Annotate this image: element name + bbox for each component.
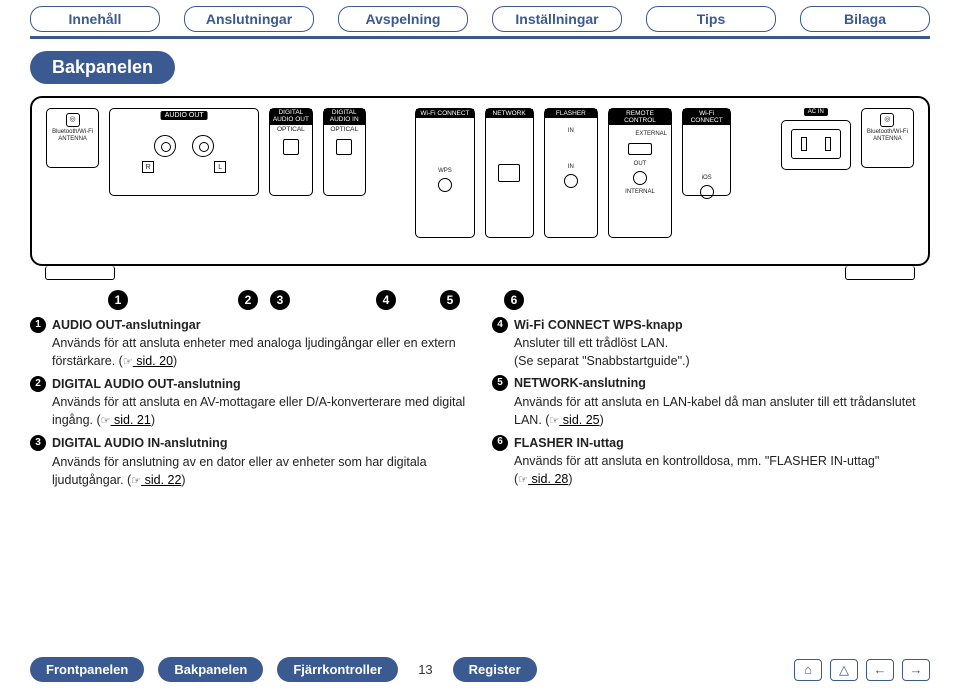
ref-sid-20[interactable]: sid. 20 — [133, 354, 173, 368]
item-1: 1 AUDIO OUT-anslutningar Används för att… — [30, 316, 468, 371]
item-4: 4 Wi-Fi CONNECT WPS-knapp Ansluter till … — [492, 316, 930, 370]
footer-fjarrkontroller[interactable]: Fjärrkontroller — [277, 657, 398, 682]
tab-avspelning[interactable]: Avspelning — [338, 6, 468, 32]
digital-audio-in: DIGITAL AUDIO IN OPTICAL — [323, 108, 366, 196]
page-number: 13 — [418, 662, 432, 677]
hand-icon: ☞ — [123, 356, 133, 368]
callout-1-marker: 1 — [108, 290, 128, 310]
right-column: 4 Wi-Fi CONNECT WPS-knapp Ansluter till … — [492, 316, 930, 494]
footer-register[interactable]: Register — [453, 657, 537, 682]
ref-sid-28[interactable]: sid. 28 — [528, 472, 568, 486]
item-5: 5 NETWORK-anslutning Används för att ans… — [492, 374, 930, 429]
item-4-body1: Ansluter till ett trådlöst LAN. — [514, 336, 668, 350]
bullet-2-icon: 2 — [30, 376, 46, 392]
remote-control-block: REMOTE CONTROL EXTERNAL OUT INTERNAL — [608, 108, 672, 238]
callout-4-marker: 4 — [376, 290, 396, 310]
ac-in-label: AC IN — [804, 108, 828, 116]
footer-bakpanelen[interactable]: Bakpanelen — [158, 657, 263, 682]
item-3: 3 DIGITAL AUDIO IN-anslutning Används fö… — [30, 434, 468, 489]
tab-anslutningar[interactable]: Anslutningar — [184, 6, 314, 32]
item-2: 2 DIGITAL AUDIO OUT-anslutning Används f… — [30, 375, 468, 430]
audio-out-block: AUDIO OUT R L — [109, 108, 259, 196]
wifi-connect-wps: Wi-Fi CONNECT WPS — [415, 108, 474, 238]
item-5-title: NETWORK-anslutning — [514, 376, 646, 390]
item-1-title: AUDIO OUT-anslutningar — [52, 318, 201, 332]
left-column: 1 AUDIO OUT-anslutningar Används för att… — [30, 316, 468, 494]
page-title: Bakpanelen — [30, 51, 175, 84]
antenna-right: ◎ Bluetooth/Wi-Fi ANTENNA — [861, 108, 914, 168]
ref-sid-22[interactable]: sid. 22 — [141, 473, 181, 487]
callout-markers: 1 2 3 4 5 6 — [30, 290, 930, 310]
tab-tips[interactable]: Tips — [646, 6, 776, 32]
item-4-title: Wi-Fi CONNECT WPS-knapp — [514, 318, 683, 332]
hand-icon: ☞ — [549, 415, 559, 427]
network-block: NETWORK — [485, 108, 534, 238]
hand-icon: ☞ — [518, 474, 528, 486]
rear-panel-diagram: ◎ Bluetooth/Wi-Fi ANTENNA AUDIO OUT R L … — [30, 96, 930, 266]
item-6: 6 FLASHER IN-uttag Används för att anslu… — [492, 434, 930, 489]
callout-6-marker: 6 — [504, 290, 524, 310]
ac-in-socket — [781, 120, 851, 170]
ref-sid-25[interactable]: sid. 25 — [559, 413, 599, 427]
home-icon[interactable]: ⌂ — [794, 659, 822, 681]
item-4-body2: (Se separat "Snabbstartguide".) — [514, 354, 690, 368]
item-3-title: DIGITAL AUDIO IN-anslutning — [52, 436, 227, 450]
callout-2-marker: 2 — [238, 290, 258, 310]
panel-feet — [45, 266, 915, 280]
description-columns: 1 AUDIO OUT-anslutningar Används för att… — [30, 316, 930, 494]
tab-bilaga[interactable]: Bilaga — [800, 6, 930, 32]
antenna-left: ◎ Bluetooth/Wi-Fi ANTENNA — [46, 108, 99, 168]
prev-page-icon[interactable]: ← — [866, 659, 894, 681]
tab-installningar[interactable]: Inställningar — [492, 6, 622, 32]
bullet-1-icon: 1 — [30, 317, 46, 333]
header-divider — [30, 36, 930, 39]
bullet-4-icon: 4 — [492, 317, 508, 333]
top-tab-bar: Innehåll Anslutningar Avspelning Inställ… — [0, 0, 960, 32]
tab-innehall[interactable]: Innehåll — [30, 6, 160, 32]
next-page-icon[interactable]: → — [902, 659, 930, 681]
item-6-title: FLASHER IN-uttag — [514, 436, 624, 450]
item-3-body: Används för anslutning av en dator eller… — [52, 455, 427, 487]
flasher-block: FLASHER IN IN — [544, 108, 598, 238]
footer-frontpanelen[interactable]: Frontpanelen — [30, 657, 144, 682]
callout-5-marker: 5 — [440, 290, 460, 310]
digital-audio-out: DIGITAL AUDIO OUT OPTICAL — [269, 108, 312, 196]
bullet-6-icon: 6 — [492, 435, 508, 451]
up-icon[interactable]: △ — [830, 659, 858, 681]
item-2-title: DIGITAL AUDIO OUT-anslutning — [52, 377, 241, 391]
hand-icon: ☞ — [101, 415, 111, 427]
footer-bar: Frontpanelen Bakpanelen Fjärrkontroller … — [0, 657, 960, 682]
bullet-3-icon: 3 — [30, 435, 46, 451]
callout-3-marker: 3 — [270, 290, 290, 310]
item-1-body: Används för att ansluta enheter med anal… — [52, 336, 456, 368]
wifi-connect-ios: Wi-Fi CONNECT iOS — [682, 108, 731, 196]
ref-sid-21[interactable]: sid. 21 — [111, 413, 151, 427]
bullet-5-icon: 5 — [492, 375, 508, 391]
hand-icon: ☞ — [131, 475, 141, 487]
